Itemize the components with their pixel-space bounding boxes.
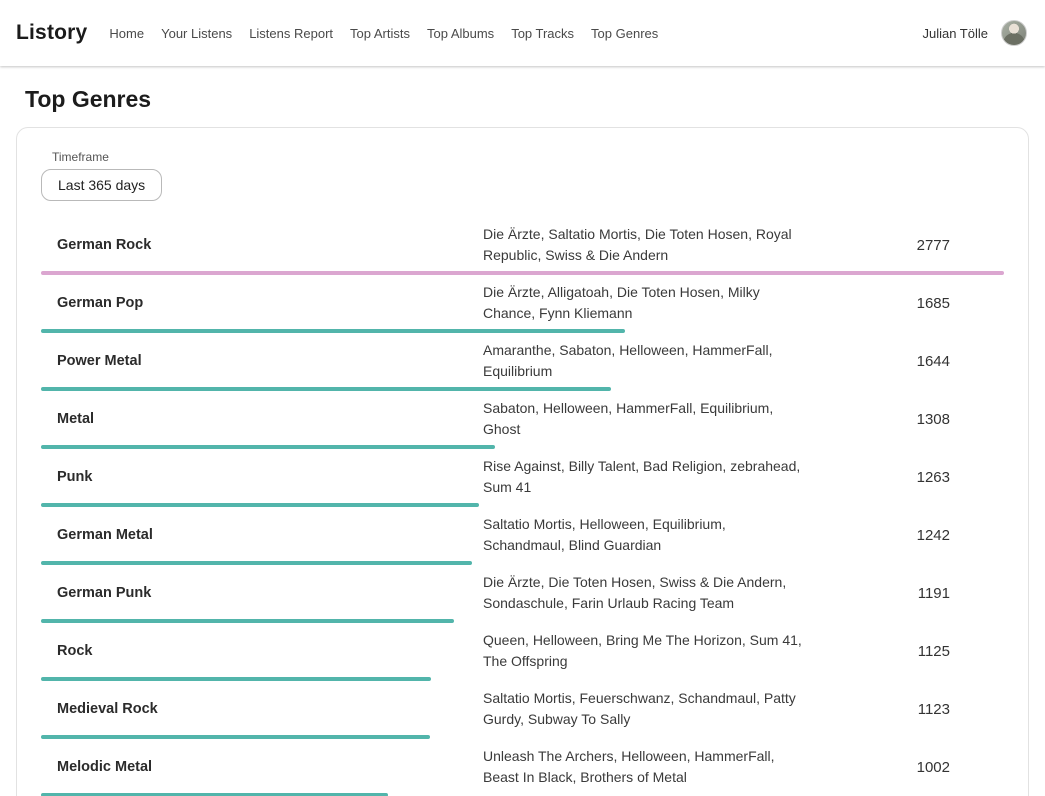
genre-count: 1685 xyxy=(803,295,1004,312)
main-nav: Home Your Listens Listens Report Top Art… xyxy=(109,26,675,41)
genre-row: Melodic Metal Unleash The Archers, Hello… xyxy=(41,739,1004,796)
genre-bar-fill xyxy=(41,561,472,565)
genre-progress-bar xyxy=(41,329,1004,333)
user-name: Julian Tölle xyxy=(922,26,988,41)
top-nav: Listory Home Your Listens Listens Report… xyxy=(0,0,1045,66)
genres-table: German Rock Die Ärzte, Saltatio Mortis, … xyxy=(41,217,1004,796)
genre-bar-fill xyxy=(41,619,454,623)
genre-name: German Punk xyxy=(41,585,483,601)
nav-item-top-genres[interactable]: Top Genres xyxy=(591,26,658,41)
genre-count: 1644 xyxy=(803,353,1004,370)
nav-item-top-albums[interactable]: Top Albums xyxy=(427,26,494,41)
genre-name: Power Metal xyxy=(41,353,483,369)
nav-item-top-artists[interactable]: Top Artists xyxy=(350,26,410,41)
genre-artists: Rise Against, Billy Talent, Bad Religion… xyxy=(483,456,803,498)
timeframe-label: Timeframe xyxy=(52,150,1004,164)
genre-row: Power Metal Amaranthe, Sabaton, Hellowee… xyxy=(41,333,1004,391)
genre-progress-bar xyxy=(41,503,1004,507)
genre-row: German Rock Die Ärzte, Saltatio Mortis, … xyxy=(41,217,1004,275)
genre-progress-bar xyxy=(41,619,1004,623)
genre-count: 1242 xyxy=(803,527,1004,544)
genre-progress-bar xyxy=(41,561,1004,565)
genre-bar-fill xyxy=(41,735,430,739)
nav-item-top-tracks[interactable]: Top Tracks xyxy=(511,26,574,41)
genre-row: Medieval Rock Saltatio Mortis, Feuerschw… xyxy=(41,681,1004,739)
genre-bar-fill xyxy=(41,445,495,449)
genre-row: German Metal Saltatio Mortis, Helloween,… xyxy=(41,507,1004,565)
genre-bar-fill xyxy=(41,677,431,681)
genre-progress-bar xyxy=(41,271,1004,275)
genre-name: Metal xyxy=(41,411,483,427)
genre-row: German Punk Die Ärzte, Die Toten Hosen, … xyxy=(41,565,1004,623)
genre-artists: Saltatio Mortis, Feuerschwanz, Schandmau… xyxy=(483,688,803,730)
user-area: Julian Tölle xyxy=(922,20,1027,46)
genre-artists: Die Ärzte, Alligatoah, Die Toten Hosen, … xyxy=(483,282,803,324)
genre-progress-bar xyxy=(41,445,1004,449)
genre-bar-fill xyxy=(41,387,611,391)
genre-progress-bar xyxy=(41,735,1004,739)
genre-artists: Amaranthe, Sabaton, Helloween, HammerFal… xyxy=(483,340,803,382)
genre-name: Punk xyxy=(41,469,483,485)
genre-artists: Sabaton, Helloween, HammerFall, Equilibr… xyxy=(483,398,803,440)
top-genres-card: Timeframe Last 365 days German Rock Die … xyxy=(16,127,1029,796)
genre-progress-bar xyxy=(41,387,1004,391)
genre-progress-bar xyxy=(41,677,1004,681)
genre-bar-fill xyxy=(41,503,479,507)
genre-count: 1123 xyxy=(803,701,1004,718)
genre-count: 1263 xyxy=(803,469,1004,486)
genre-count: 2777 xyxy=(803,237,1004,254)
genre-count: 1002 xyxy=(803,759,1004,776)
genre-row: Punk Rise Against, Billy Talent, Bad Rel… xyxy=(41,449,1004,507)
genre-bar-fill xyxy=(41,271,1004,275)
page-title: Top Genres xyxy=(16,86,1029,113)
nav-item-your-listens[interactable]: Your Listens xyxy=(161,26,232,41)
genre-artists: Unleash The Archers, Helloween, HammerFa… xyxy=(483,746,803,788)
genre-name: German Pop xyxy=(41,295,483,311)
genre-name: German Rock xyxy=(41,237,483,253)
genre-name: Melodic Metal xyxy=(41,759,483,775)
genre-artists: Die Ärzte, Saltatio Mortis, Die Toten Ho… xyxy=(483,224,803,266)
nav-item-listens-report[interactable]: Listens Report xyxy=(249,26,333,41)
genre-artists: Die Ärzte, Die Toten Hosen, Swiss & Die … xyxy=(483,572,803,614)
genre-name: Medieval Rock xyxy=(41,701,483,717)
page-content: Top Genres Timeframe Last 365 days Germa… xyxy=(0,86,1045,796)
user-avatar[interactable] xyxy=(1001,20,1027,46)
genre-count: 1191 xyxy=(803,585,1004,602)
genre-name: Rock xyxy=(41,643,483,659)
genre-row: Metal Sabaton, Helloween, HammerFall, Eq… xyxy=(41,391,1004,449)
genre-row: German Pop Die Ärzte, Alligatoah, Die To… xyxy=(41,275,1004,333)
genre-artists: Saltatio Mortis, Helloween, Equilibrium,… xyxy=(483,514,803,556)
timeframe-select[interactable]: Last 365 days xyxy=(41,169,162,201)
timeframe-filter: Timeframe Last 365 days xyxy=(41,150,1004,201)
genre-name: German Metal xyxy=(41,527,483,543)
genre-count: 1125 xyxy=(803,643,1004,660)
genre-count: 1308 xyxy=(803,411,1004,428)
genre-row: Rock Queen, Helloween, Bring Me The Hori… xyxy=(41,623,1004,681)
genre-bar-fill xyxy=(41,329,625,333)
nav-item-home[interactable]: Home xyxy=(109,26,144,41)
app-logo[interactable]: Listory xyxy=(16,21,87,45)
genre-artists: Queen, Helloween, Bring Me The Horizon, … xyxy=(483,630,803,672)
